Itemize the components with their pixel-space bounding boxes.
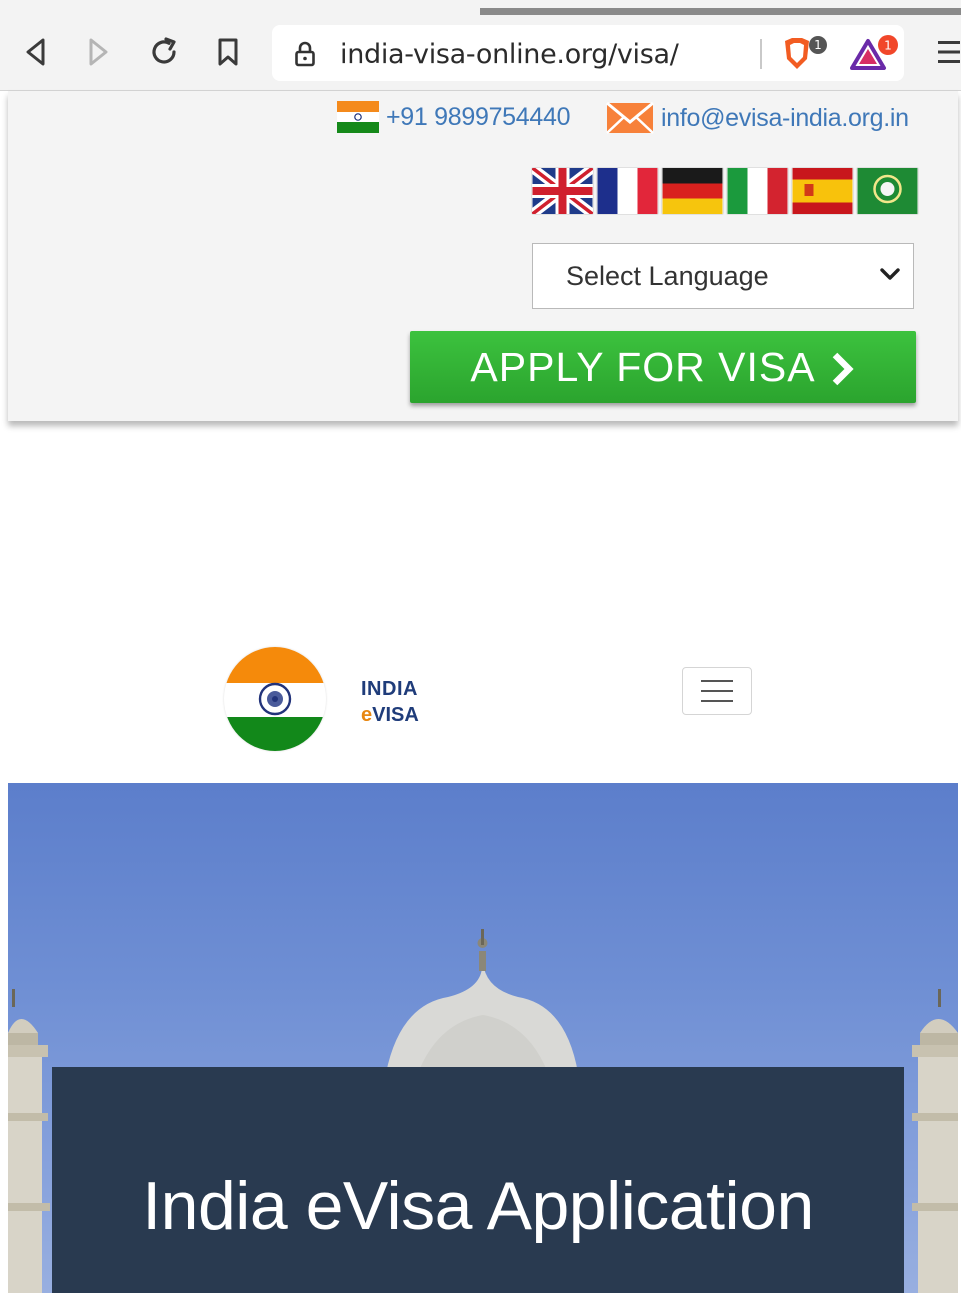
browser-toolbar: india-visa-online.org/visa/ 1 1	[0, 0, 961, 91]
brave-shields-icon: 1	[785, 36, 827, 69]
tab-strip[interactable]	[480, 8, 961, 15]
arab-league-flag[interactable]	[857, 168, 918, 214]
logo-e: e	[361, 704, 373, 726]
brave-rewards-button[interactable]: 1	[848, 35, 904, 80]
ashoka-chakra-icon	[258, 682, 292, 716]
germany-flag[interactable]	[662, 168, 723, 214]
envelope-icon	[606, 101, 654, 134]
rewards-badge: 1	[884, 39, 892, 53]
bookmark-button[interactable]	[210, 34, 246, 70]
language-flags	[532, 168, 918, 214]
uk-flag-icon	[532, 168, 593, 214]
france-flag-icon	[597, 168, 658, 214]
chevron-right-icon	[832, 352, 854, 386]
italy-flag-icon	[727, 168, 788, 214]
logo-line-evisa: eVISA	[361, 702, 419, 728]
language-select[interactable]: Select Language	[532, 243, 914, 309]
reload-icon	[152, 37, 176, 64]
spain-flag-icon	[792, 168, 853, 214]
hero-banner: India eVisa Application	[8, 783, 958, 1293]
arab-league-flag-icon	[857, 168, 918, 214]
address-bar[interactable]: india-visa-online.org/visa/ 1 1	[272, 25, 904, 81]
site-topbar: +91 9899754440 info@evisa-india.org.in S…	[8, 91, 958, 421]
hero-title: India eVisa Application	[142, 1168, 814, 1244]
hero-card: India eVisa Application	[52, 1067, 904, 1293]
phone-number[interactable]: +91 9899754440	[386, 103, 571, 132]
uk-flag[interactable]	[532, 168, 593, 214]
apply-for-visa-button[interactable]: APPLY FOR VISA	[410, 331, 916, 403]
france-flag[interactable]	[597, 168, 658, 214]
menu-icon	[938, 41, 960, 63]
forward-arrow-icon	[89, 38, 108, 66]
hamburger-line	[701, 700, 733, 702]
italy-flag[interactable]	[727, 168, 788, 214]
shields-badge: 1	[814, 38, 822, 52]
hamburger-line	[701, 680, 733, 682]
url-text[interactable]: india-visa-online.org/visa/	[340, 39, 679, 70]
language-select-label: Select Language	[566, 261, 769, 291]
email-contact[interactable]: info@evisa-india.org.in	[606, 101, 909, 135]
url-divider	[760, 39, 762, 69]
chevron-down-icon	[880, 268, 900, 280]
back-arrow-icon	[26, 38, 45, 66]
hamburger-line	[701, 690, 733, 692]
logo-visa: VISA	[372, 704, 419, 726]
apply-button-label: APPLY FOR VISA	[470, 343, 816, 390]
phone-contact[interactable]: +91 9899754440	[337, 101, 571, 133]
site-logo[interactable]	[224, 647, 326, 751]
brave-rewards-icon: 1	[850, 35, 898, 70]
india-flag-icon	[337, 101, 379, 133]
email-address[interactable]: info@evisa-india.org.in	[661, 104, 909, 133]
germany-flag-icon	[662, 168, 723, 214]
brave-shields-button[interactable]: 1	[780, 35, 832, 80]
back-button[interactable]	[18, 34, 54, 70]
browser-menu-button[interactable]	[934, 38, 960, 71]
logo-saffron-band	[224, 647, 326, 684]
bookmark-icon	[218, 38, 238, 66]
lock-icon[interactable]	[294, 41, 316, 67]
nav-menu-toggle[interactable]	[682, 667, 752, 715]
logo-green-band	[224, 716, 326, 751]
site-logo-text[interactable]: INDIA eVISA	[361, 676, 419, 728]
forward-button[interactable]	[80, 34, 116, 70]
spain-flag[interactable]	[792, 168, 853, 214]
reload-button[interactable]	[146, 34, 182, 70]
logo-line-india: INDIA	[361, 678, 418, 700]
